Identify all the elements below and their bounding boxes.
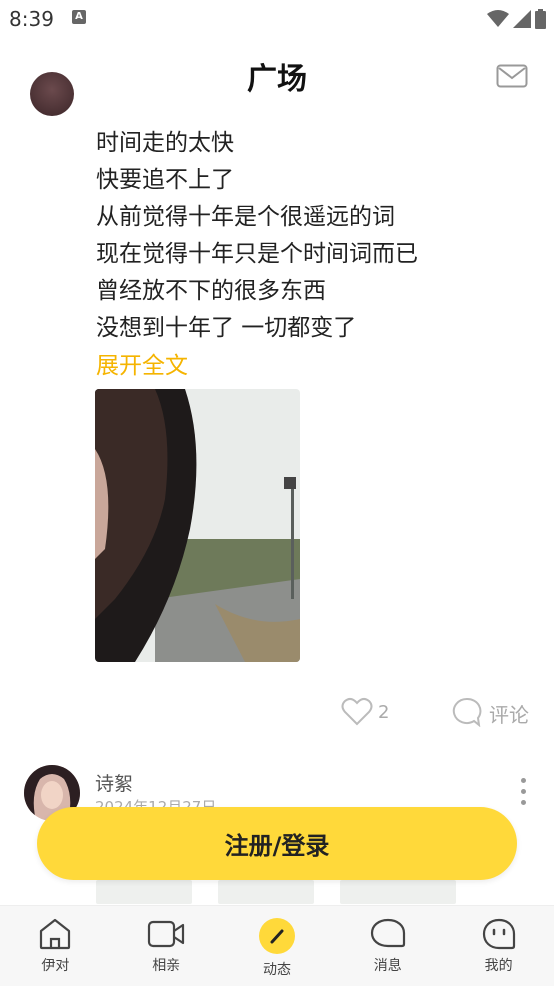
post-text-line: 没想到十年了 一切都变了 [96, 315, 357, 341]
post-text-line: 时间走的太快 [96, 130, 234, 156]
profile-icon [482, 918, 515, 950]
tab-label: 动态 [262, 962, 291, 978]
tab-moments[interactable]: 动态 [222, 906, 333, 986]
page-title: 广场 [247, 62, 307, 97]
post-text-line: 从前觉得十年是个很遥远的词 [96, 204, 395, 230]
status-time: 8:39 [9, 7, 54, 31]
username[interactable]: 诗絮 [95, 769, 133, 796]
system-icons [487, 8, 546, 30]
signal-icon [513, 10, 531, 28]
tab-messages[interactable]: 消息 [332, 906, 443, 986]
battery-icon [535, 9, 546, 29]
like-count: 2 [378, 702, 390, 723]
post-thumbnail[interactable] [340, 880, 456, 904]
post-text-line: 曾经放不下的很多东西 [96, 278, 326, 304]
tab-matchmaking[interactable]: 相亲 [111, 906, 222, 986]
post-thumbnail[interactable] [96, 880, 192, 904]
post-photo[interactable] [95, 389, 300, 662]
post-thumbnail[interactable] [218, 880, 314, 904]
message-icon [370, 918, 405, 948]
more-options-icon[interactable] [521, 778, 527, 811]
post-text-line: 现在觉得十年只是个时间词而已 [96, 241, 418, 267]
bottom-tab-bar: 伊对 相亲 动态 消息 我的 [0, 905, 554, 986]
expand-text-link[interactable]: 展开全文 [96, 346, 188, 380]
tab-home[interactable]: 伊对 [0, 906, 111, 986]
post-author-avatar[interactable] [30, 72, 74, 116]
tab-profile[interactable]: 我的 [443, 906, 554, 986]
comment-icon[interactable] [452, 697, 482, 727]
tab-label: 伊对 [41, 958, 70, 974]
tab-label: 消息 [373, 958, 402, 974]
comment-button[interactable]: 评论 [489, 699, 529, 728]
home-icon [40, 918, 71, 950]
video-icon [148, 920, 185, 948]
tab-label: 我的 [484, 958, 513, 974]
status-bar: 8:39 A [0, 0, 554, 38]
pen-icon [258, 918, 295, 954]
tab-label: 相亲 [152, 958, 181, 974]
register-login-button[interactable]: 注册/登录 [37, 807, 517, 880]
mail-icon[interactable] [496, 64, 528, 88]
notification-icon: A [72, 10, 86, 24]
like-icon[interactable] [341, 697, 373, 727]
wifi-icon [487, 10, 509, 27]
post-text-line: 快要追不上了 [96, 167, 234, 193]
